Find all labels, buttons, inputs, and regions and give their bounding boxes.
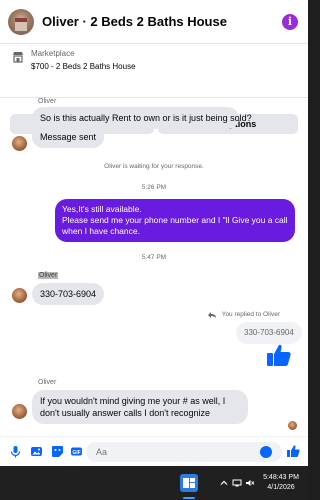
emoji-icon[interactable] <box>260 446 272 458</box>
message-input[interactable] <box>86 442 282 462</box>
sender-name: Oliver <box>38 272 59 279</box>
monitor-icon[interactable] <box>232 478 242 488</box>
outgoing-message[interactable]: Yes,It's still available. Please send me… <box>55 199 295 242</box>
message-composer: GIF <box>0 436 308 466</box>
listing-bar: Marketplace $700 - 2 Beds 2 Baths House … <box>0 44 308 134</box>
listing-avatar[interactable] <box>8 8 34 35</box>
listing-title[interactable]: $700 - 2 Beds 2 Baths House <box>31 62 136 71</box>
chevron-up-icon[interactable] <box>219 478 229 488</box>
incoming-message[interactable]: Message sent <box>32 126 105 148</box>
clock-time: 5:48:43 PM <box>263 474 299 481</box>
reply-notice: You replied to Oliver <box>221 311 280 318</box>
chat-title[interactable]: Oliver · 2 Beds 2 Baths House <box>42 14 227 29</box>
chat-header: Oliver · 2 Beds 2 Baths House i <box>0 0 308 44</box>
marketplace-icon <box>13 52 23 63</box>
timestamp: 5:47 PM <box>141 254 167 261</box>
chat-window: Oliver · 2 Beds 2 Baths House i Marketpl… <box>0 0 308 466</box>
timestamp: 5:26 PM <box>141 184 167 191</box>
oliver-avatar[interactable] <box>12 404 27 419</box>
photo-icon[interactable] <box>30 445 43 458</box>
clock-date: 4/1/2026 <box>267 484 295 491</box>
quoted-message[interactable]: 330-703-6904 <box>236 322 302 344</box>
sender-name: Oliver <box>38 98 57 105</box>
waiting-notice: Oliver is waiting for your response. <box>104 163 204 170</box>
system-clock[interactable]: 5:48:43 PM 4/1/2026 <box>258 473 304 493</box>
incoming-message[interactable]: If you wouldn't mind giving me your # as… <box>32 390 248 424</box>
messenger-app-icon[interactable] <box>179 473 199 493</box>
seen-avatar <box>288 421 297 430</box>
reply-icon <box>208 312 216 318</box>
oliver-avatar[interactable] <box>12 136 27 151</box>
oliver-avatar[interactable] <box>12 288 27 303</box>
incoming-message[interactable]: 330-703-6904 <box>32 283 105 305</box>
like-button-icon[interactable] <box>286 444 300 458</box>
info-icon[interactable]: i <box>282 14 298 30</box>
taskbar: 5:48:43 PM 4/1/2026 <box>0 466 308 500</box>
sender-name: Oliver <box>38 379 57 386</box>
sticker-icon[interactable] <box>51 445 64 458</box>
gif-icon[interactable]: GIF <box>70 445 83 458</box>
speaker-muted-icon[interactable] <box>245 478 255 488</box>
svg-text:GIF: GIF <box>72 450 80 456</box>
active-app-indicator <box>183 497 195 499</box>
microphone-icon[interactable] <box>9 445 22 458</box>
marketplace-label: Marketplace <box>31 49 75 58</box>
thumbs-up-icon[interactable] <box>266 342 292 368</box>
